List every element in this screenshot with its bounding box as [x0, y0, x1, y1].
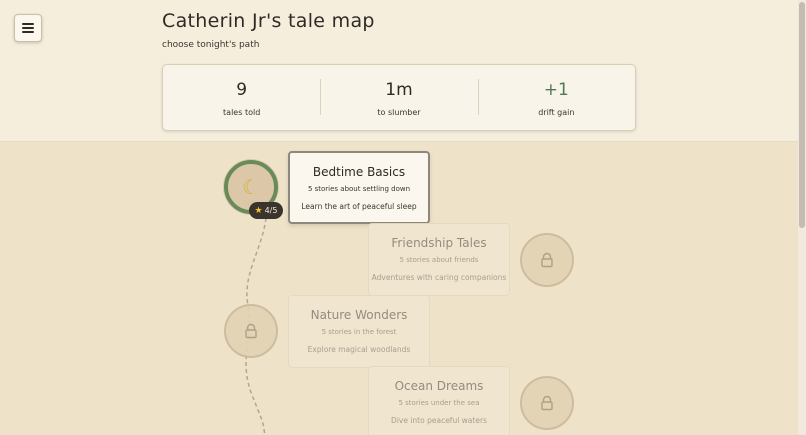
lesson-card-friendship-tales[interactable]: Friendship Tales 5 stories about friends… — [368, 223, 510, 296]
lock-icon — [245, 323, 257, 339]
lesson-description: Dive into peaceful waters — [391, 416, 487, 425]
star-icon: ★ — [254, 205, 263, 216]
lesson-count: 5 stories in the forest — [321, 328, 397, 336]
lesson-title: Nature Wonders — [310, 308, 408, 322]
lesson-title: Bedtime Basics — [312, 165, 406, 179]
lesson-description: Explore magical woodlands — [307, 345, 411, 354]
lesson-title: Friendship Tales — [391, 236, 487, 250]
lesson-title: Ocean Dreams — [394, 379, 484, 393]
lesson-description: Adventures with caring companions — [371, 273, 507, 282]
lock-icon — [541, 252, 553, 268]
lesson-node-ocean-dreams[interactable] — [520, 376, 574, 430]
scrollbar-thumb[interactable] — [799, 2, 805, 228]
lesson-card-bedtime-basics[interactable]: Bedtime Basics 5 stories about settling … — [288, 151, 430, 224]
lesson-node-nature-wonders[interactable] — [224, 304, 278, 358]
progress-text: 4/5 — [264, 206, 278, 215]
lesson-node-friendship-tales[interactable] — [520, 233, 574, 287]
progress-badge: ★ 4/5 — [249, 202, 283, 219]
lock-icon — [541, 395, 553, 411]
lesson-description: Learn the art of peaceful sleep — [301, 202, 417, 211]
scrollbar[interactable] — [798, 0, 806, 435]
moon-icon: ☾ — [242, 175, 260, 199]
lesson-card-nature-wonders[interactable]: Nature Wonders 5 stories in the forest E… — [288, 295, 430, 368]
lesson-card-ocean-dreams[interactable]: Ocean Dreams 5 stories under the sea Div… — [368, 366, 510, 435]
lesson-count: 5 stories about friends — [399, 256, 479, 264]
lesson-count: 5 stories under the sea — [398, 399, 480, 407]
lesson-count: 5 stories about settling down — [307, 185, 411, 193]
